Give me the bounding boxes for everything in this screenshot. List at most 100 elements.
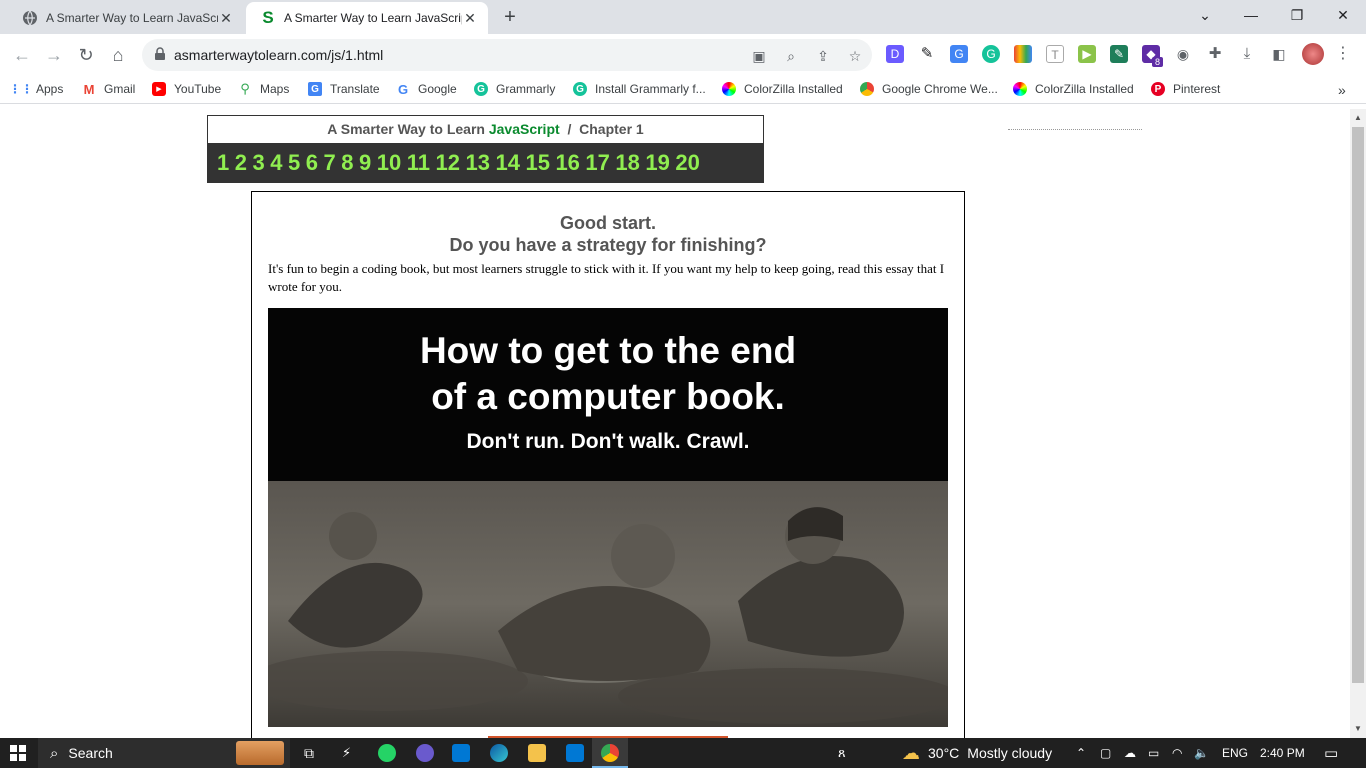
download-icon[interactable]: ⤓ [1238, 45, 1256, 63]
forward-arrow-icon[interactable]: → [42, 43, 66, 67]
page-title: A Smarter Way to Learn JavaScript / Chap… [208, 116, 763, 143]
chapter-link[interactable]: 12 [436, 150, 460, 176]
page-scrollbar[interactable]: ▲ ▼ [1350, 109, 1366, 738]
colorzilla-extension-icon[interactable] [1014, 45, 1032, 63]
share-icon[interactable]: ⇪ [814, 47, 832, 65]
windows-start-icon[interactable] [10, 738, 26, 768]
tab-close-icon[interactable]: ✕ [218, 10, 234, 27]
chapter-link[interactable]: 8 [341, 150, 353, 176]
close-window-button[interactable]: ✕ [1320, 4, 1366, 28]
bookmark-google[interactable]: G Google [396, 82, 457, 97]
chapter-link[interactable]: 10 [377, 150, 401, 176]
chapter-link[interactable]: 5 [288, 150, 300, 176]
chapter-link[interactable]: 14 [495, 150, 519, 176]
restore-button[interactable]: ❐ [1274, 4, 1320, 28]
chapter-link[interactable]: 13 [465, 150, 489, 176]
pen-extension-icon[interactable]: ✎ [1110, 45, 1128, 63]
eyedropper-icon[interactable]: ✎ [918, 45, 936, 63]
tab-close-icon[interactable]: ✕ [462, 10, 478, 27]
extensions-puzzle-icon[interactable]: ✚ [1206, 45, 1224, 63]
bookmark-pinterest[interactable]: P Pinterest [1151, 82, 1220, 96]
chapter-link[interactable]: 11 [407, 150, 430, 176]
chapter-link[interactable]: 20 [675, 150, 699, 176]
reload-icon[interactable]: ↻ [74, 43, 98, 67]
translate-extension-icon[interactable]: G [950, 45, 968, 63]
text-extension-icon[interactable]: T [1046, 45, 1064, 63]
task-view-icon[interactable]: ⧉ [304, 738, 314, 768]
minimize-button[interactable]: — [1228, 4, 1274, 28]
chapter-link[interactable]: 17 [585, 150, 609, 176]
widgets-icon[interactable]: ⚡ [342, 738, 351, 768]
chrome-taskbar-button[interactable] [592, 738, 628, 768]
browser-toolbar: ← → ↻ ⌂ asmarterwaytolearn.com/js/1.html… [0, 34, 1366, 76]
essay-banner[interactable]: How to get to the end of a computer book… [268, 308, 948, 727]
zoom-icon[interactable]: ⌕ [782, 47, 800, 65]
back-arrow-icon[interactable]: ← [10, 43, 34, 67]
scroll-down-arrow-icon[interactable]: ▼ [1354, 724, 1362, 733]
bookmarks-overflow-icon[interactable]: » [1338, 82, 1346, 98]
new-tab-button[interactable]: + [498, 6, 522, 29]
people-icon[interactable]: ጸ [838, 738, 846, 768]
bookmark-apps[interactable]: ⋮⋮ Apps [9, 82, 63, 96]
clock[interactable]: 2:40 PM [1260, 738, 1305, 768]
bookmark-colorzilla-2[interactable]: ColorZilla Installed [1013, 82, 1134, 96]
menu-kebab-icon[interactable]: ⋮ [1334, 45, 1352, 63]
bookmark-gmail[interactable]: M Gmail [82, 82, 136, 97]
onedrive-icon[interactable]: ☁ [1124, 738, 1136, 768]
bookmark-translate[interactable]: G Translate [308, 82, 380, 96]
bookmark-label: Gmail [104, 82, 136, 96]
title-language[interactable]: JavaScript [489, 121, 560, 137]
cast-icon[interactable]: ▣ [750, 47, 768, 65]
meet-now-icon[interactable]: ▢ [1100, 738, 1111, 768]
tray-chevron-icon[interactable]: ⌃ [1076, 738, 1086, 768]
chapter-link[interactable]: 1 [217, 150, 229, 176]
camera-icon[interactable]: ◉ [1174, 45, 1192, 63]
scroll-up-arrow-icon[interactable]: ▲ [1354, 113, 1362, 122]
chapter-link[interactable]: 9 [359, 150, 371, 176]
chapter-link[interactable]: 19 [645, 150, 669, 176]
bookmark-youtube[interactable]: ▶ YouTube [152, 82, 221, 96]
bookmark-star-icon[interactable]: ☆ [846, 47, 864, 65]
chapter-link[interactable]: 6 [306, 150, 318, 176]
chapter-link[interactable]: 4 [270, 150, 282, 176]
bookmark-label: YouTube [174, 82, 222, 96]
chapter-link[interactable]: 3 [253, 150, 265, 176]
grammarly-extension-icon[interactable]: G [982, 45, 1000, 63]
volume-icon[interactable]: 🔈 [1194, 738, 1209, 768]
home-icon[interactable]: ⌂ [106, 43, 130, 67]
side-panel-icon[interactable]: ◧ [1270, 45, 1288, 63]
meet-extension-icon[interactable]: ▶ [1078, 45, 1096, 63]
tab-strip: A Smarter Way to Learn JavaScrip ✕ S A S… [0, 0, 1366, 34]
bookmark-grammarly[interactable]: G Grammarly [474, 82, 555, 96]
chapter-link[interactable]: 2 [235, 150, 247, 176]
tab-inactive[interactable]: A Smarter Way to Learn JavaScrip ✕ [8, 2, 244, 34]
file-explorer-icon[interactable] [528, 744, 546, 762]
extension-d-icon[interactable]: D [886, 45, 904, 63]
photos-icon[interactable] [416, 744, 434, 762]
chapter-link[interactable]: 16 [555, 150, 579, 176]
store-icon[interactable] [452, 744, 470, 762]
site-header: A Smarter Way to Learn JavaScript / Chap… [207, 115, 764, 183]
bookmark-colorzilla[interactable]: ColorZilla Installed [722, 82, 843, 96]
scroll-thumb[interactable] [1352, 127, 1364, 683]
battery-icon[interactable]: ▭ [1148, 738, 1159, 768]
chapter-link[interactable]: 7 [324, 150, 336, 176]
tab-active[interactable]: S A Smarter Way to Learn JavaScrip ✕ [246, 2, 488, 34]
whatsapp-icon[interactable] [378, 744, 396, 762]
notifications-icon[interactable]: ▭ [1324, 738, 1338, 768]
address-bar[interactable]: asmarterwaytolearn.com/js/1.html ▣ ⌕ ⇪ ☆ [142, 39, 872, 71]
weather-widget[interactable]: ☁ 30°C Mostly cloudy [902, 738, 1052, 768]
language-indicator[interactable]: ENG [1222, 738, 1248, 768]
bookmark-chrome-web-store[interactable]: Google Chrome We... [860, 82, 998, 96]
bookmark-install-grammarly[interactable]: G Install Grammarly f... [573, 82, 706, 96]
url-text: asmarterwaytolearn.com/js/1.html [174, 47, 384, 63]
chapter-link[interactable]: 18 [615, 150, 639, 176]
bookmark-maps[interactable]: ⚲ Maps [238, 81, 289, 96]
search-placeholder: Search [68, 745, 113, 761]
profile-avatar[interactable] [1302, 43, 1324, 65]
wifi-icon[interactable]: ◠ [1172, 738, 1182, 768]
mail-icon[interactable] [566, 744, 584, 762]
chapter-link[interactable]: 15 [525, 150, 549, 176]
edge-icon[interactable] [490, 744, 508, 762]
tab-search-chevron-icon[interactable]: ⌄ [1182, 4, 1228, 28]
